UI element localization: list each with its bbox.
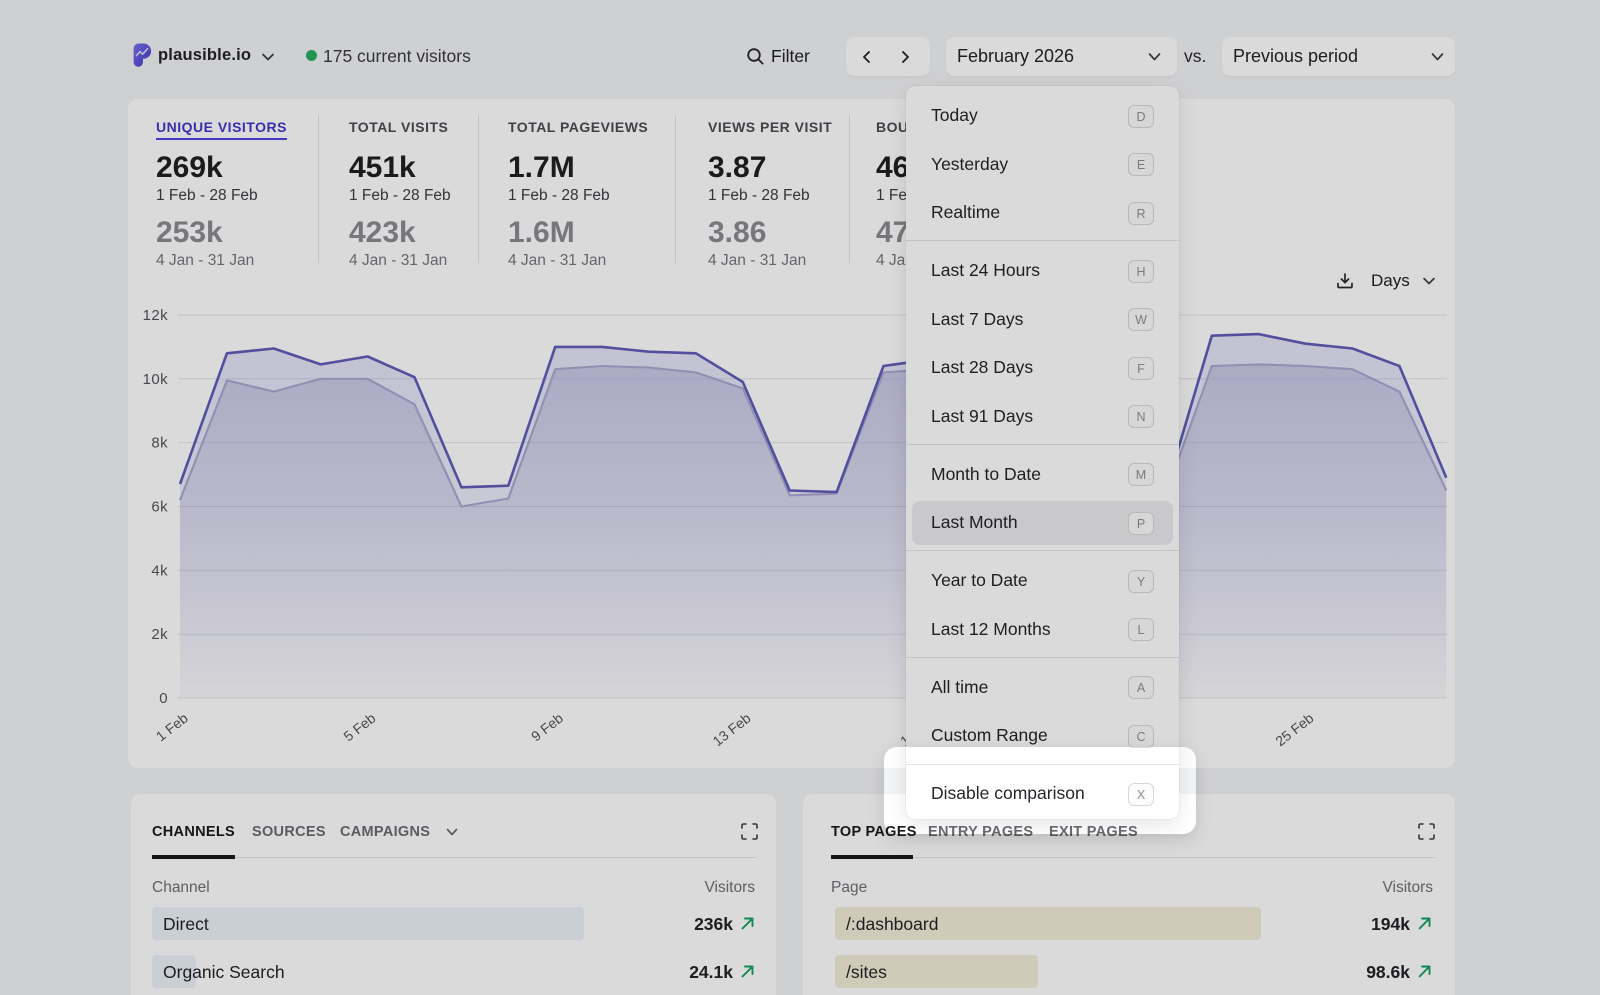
svg-text:2k: 2k (151, 626, 168, 643)
svg-text:9 Feb: 9 Feb (528, 710, 566, 745)
svg-text:10k: 10k (143, 371, 168, 388)
svg-text:5 Feb: 5 Feb (340, 710, 378, 745)
svg-text:13 Feb: 13 Feb (709, 710, 753, 750)
svg-text:4k: 4k (151, 562, 168, 579)
svg-text:6k: 6k (151, 499, 168, 516)
svg-text:25 Feb: 25 Feb (1272, 710, 1316, 750)
svg-text:1 Feb: 1 Feb (153, 710, 191, 745)
svg-text:0: 0 (159, 690, 168, 707)
svg-text:12k: 12k (143, 307, 168, 324)
svg-text:8k: 8k (151, 435, 168, 452)
